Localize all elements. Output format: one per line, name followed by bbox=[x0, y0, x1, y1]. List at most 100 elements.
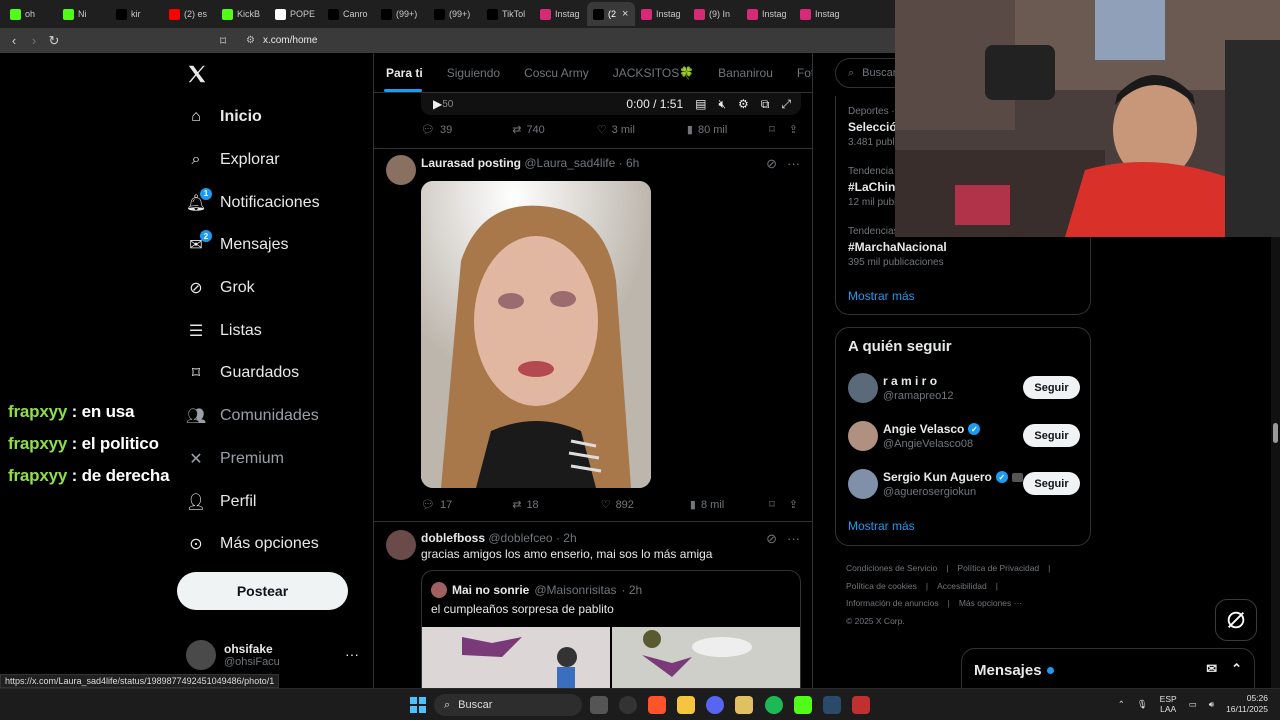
site-info-icon[interactable]: ⚙ bbox=[246, 35, 255, 46]
chevron-up-icon[interactable]: ⌃ bbox=[1118, 699, 1125, 710]
show-more-trends-link[interactable]: Mostrar más bbox=[848, 289, 915, 303]
show-more-follow-link[interactable]: Mostrar más bbox=[848, 519, 915, 533]
settings-icon[interactable]: ⚙ bbox=[738, 97, 749, 111]
network-icon[interactable]: ▭ bbox=[1189, 699, 1197, 710]
bookmark-icon[interactable]: ⌑ bbox=[220, 34, 226, 48]
pip-icon[interactable]: ⧉ bbox=[761, 97, 770, 112]
x-logo-icon[interactable] bbox=[186, 63, 208, 85]
tweet-handle[interactable]: @doblefceo bbox=[488, 531, 552, 545]
volume-icon[interactable]: 🔊︎ bbox=[1209, 699, 1214, 710]
nav-item-explorar[interactable]: ⌕ Explorar bbox=[186, 139, 366, 182]
browser-tab[interactable]: Instag bbox=[635, 2, 688, 26]
steam-icon[interactable] bbox=[823, 696, 841, 714]
nav-item-inicio[interactable]: ⌂ Inicio bbox=[186, 96, 366, 139]
taskbar-search[interactable]: ⌕ Buscar bbox=[434, 694, 582, 716]
close-tab-icon[interactable]: × bbox=[622, 8, 628, 20]
browser-tab[interactable]: (9) In bbox=[688, 2, 741, 26]
browser-tab[interactable]: KickB bbox=[216, 2, 269, 26]
more-icon[interactable]: ··· bbox=[345, 646, 359, 662]
browser-tab[interactable]: Instag bbox=[741, 2, 794, 26]
more-icon[interactable]: ··· bbox=[787, 156, 800, 172]
page-scrollbar[interactable] bbox=[1271, 237, 1280, 688]
browser-tab[interactable]: Ni bbox=[57, 2, 110, 26]
browser-tab[interactable]: oh bbox=[4, 2, 57, 26]
nav-item-perfil[interactable]: 👤︎ Perfil bbox=[186, 480, 366, 523]
follow-button[interactable]: Seguir bbox=[1023, 424, 1080, 447]
tweet-handle[interactable]: @Laura_sad4life bbox=[524, 156, 615, 170]
microphone-icon[interactable]: 🎙︎ bbox=[1137, 699, 1148, 710]
views-button[interactable]: ▮ 80 mil bbox=[687, 123, 727, 137]
views-button[interactable]: ▮ 8 mil bbox=[690, 498, 724, 512]
post-button[interactable]: Postear bbox=[177, 572, 348, 610]
like-button[interactable]: ♡ 892 bbox=[601, 498, 634, 512]
footer-link[interactable]: Política de cookies bbox=[846, 581, 917, 591]
messages-drawer[interactable]: Mensajes ✉ ⌃ bbox=[961, 648, 1255, 692]
quoted-tweet[interactable]: Mai no sonrie @Maisonrisitas · 2h el cum… bbox=[421, 570, 801, 688]
avatar[interactable] bbox=[386, 155, 416, 185]
browser-tab[interactable]: (99+) bbox=[375, 2, 428, 26]
reload-icon[interactable]: ↻ bbox=[44, 33, 64, 49]
bookmark-icon[interactable]: ⌑ bbox=[769, 498, 775, 511]
tweet-time[interactable]: · 2h bbox=[556, 531, 577, 545]
account-switcher[interactable]: ohsifake @ohsiFacu bbox=[186, 640, 280, 670]
tweet-author[interactable]: Laurasad posting bbox=[421, 156, 521, 170]
footer-link[interactable]: Condiciones de Servicio bbox=[846, 563, 937, 573]
windows-start-icon[interactable] bbox=[410, 697, 426, 713]
back-icon[interactable]: ‹ bbox=[4, 33, 24, 48]
fullscreen-icon[interactable]: ⤢ bbox=[781, 97, 791, 112]
follow-button[interactable]: Seguir bbox=[1023, 376, 1080, 399]
browser-tab[interactable]: POPE bbox=[269, 2, 322, 26]
mute-icon[interactable]: 🔇︎ bbox=[718, 97, 726, 112]
timeline-tab[interactable]: Coscu Army bbox=[524, 66, 589, 80]
app-icon[interactable] bbox=[852, 696, 870, 714]
quote-photo[interactable] bbox=[612, 627, 800, 688]
trend-item[interactable]: Tendencia #LaChina 12 mil publ bbox=[848, 166, 902, 208]
avatar[interactable] bbox=[386, 530, 416, 560]
timeline-tab[interactable]: JACKSITOS🍀 bbox=[613, 66, 694, 80]
brave-icon[interactable] bbox=[648, 696, 666, 714]
like-button[interactable]: ♡ 3 mil bbox=[597, 123, 635, 137]
captions-icon[interactable]: ▤ bbox=[695, 97, 706, 111]
browser-tab[interactable]: (2) es bbox=[163, 2, 216, 26]
spotify-icon[interactable] bbox=[765, 696, 783, 714]
browser-tab[interactable]: Instag bbox=[534, 2, 587, 26]
scrollbar-thumb[interactable] bbox=[1273, 423, 1278, 443]
nav-item-grok[interactable]: ⊘ Grok bbox=[186, 267, 366, 310]
footer-link[interactable]: Más opciones ··· bbox=[959, 598, 1022, 608]
quote-photo[interactable] bbox=[422, 627, 610, 688]
more-icon[interactable]: ··· bbox=[787, 531, 800, 547]
follow-suggestion[interactable]: Angie Velasco ✓ @AngieVelasco08 Seguir bbox=[848, 419, 1080, 453]
expand-icon[interactable]: ⌃ bbox=[1231, 661, 1242, 677]
bookmark-icon[interactable]: ⌑ bbox=[769, 123, 775, 136]
timeline-tab[interactable]: Fotos bbox=[797, 66, 812, 80]
browser-tab[interactable]: kir bbox=[110, 2, 163, 26]
grok-icon[interactable]: ⊘ bbox=[766, 531, 777, 547]
language-indicator[interactable]: ESP LAA bbox=[1160, 694, 1177, 714]
follow-button[interactable]: Seguir bbox=[1023, 472, 1080, 495]
reply-button[interactable]: 💬︎ 39 bbox=[421, 123, 452, 137]
nav-item-más-opciones[interactable]: ⊙ Más opciones bbox=[186, 523, 366, 566]
discord-icon[interactable] bbox=[706, 696, 724, 714]
folder-icon[interactable] bbox=[677, 696, 695, 714]
share-icon[interactable]: ⇪ bbox=[789, 498, 798, 511]
repost-button[interactable]: ⇄ 18 bbox=[512, 498, 538, 512]
new-message-icon[interactable]: ✉ bbox=[1206, 661, 1217, 677]
footer-link[interactable]: © 2025 X Corp. bbox=[846, 616, 905, 626]
timeline-tab[interactable]: Bananirou bbox=[718, 66, 773, 80]
follow-suggestion[interactable]: Sergio Kun Aguero ✓ @aguerosergiokun Segu… bbox=[848, 467, 1080, 501]
tweet-photo[interactable] bbox=[421, 181, 651, 488]
clock[interactable]: 05:26 16/11/2025 bbox=[1226, 693, 1268, 715]
nav-item-listas[interactable]: ☰ Listas bbox=[186, 309, 366, 352]
nav-item-guardados[interactable]: ⌑ Guardados bbox=[186, 352, 366, 395]
footer-link[interactable]: Información de anuncios bbox=[846, 598, 939, 608]
task-view-icon[interactable] bbox=[590, 696, 608, 714]
timeline-tab[interactable]: Para ti bbox=[386, 66, 423, 80]
timeline-tab[interactable]: Siguiendo bbox=[447, 66, 500, 80]
file-icon[interactable] bbox=[735, 696, 753, 714]
grok-icon[interactable]: ⊘ bbox=[766, 156, 777, 172]
footer-link[interactable]: Política de Privacidad bbox=[957, 563, 1039, 573]
forward-icon[interactable]: › bbox=[24, 33, 44, 48]
share-icon[interactable]: ⇪ bbox=[789, 123, 798, 136]
browser-tab[interactable]: TikTol bbox=[481, 2, 534, 26]
address-bar[interactable]: ⌑ ⚙ x.com/home bbox=[220, 31, 886, 50]
